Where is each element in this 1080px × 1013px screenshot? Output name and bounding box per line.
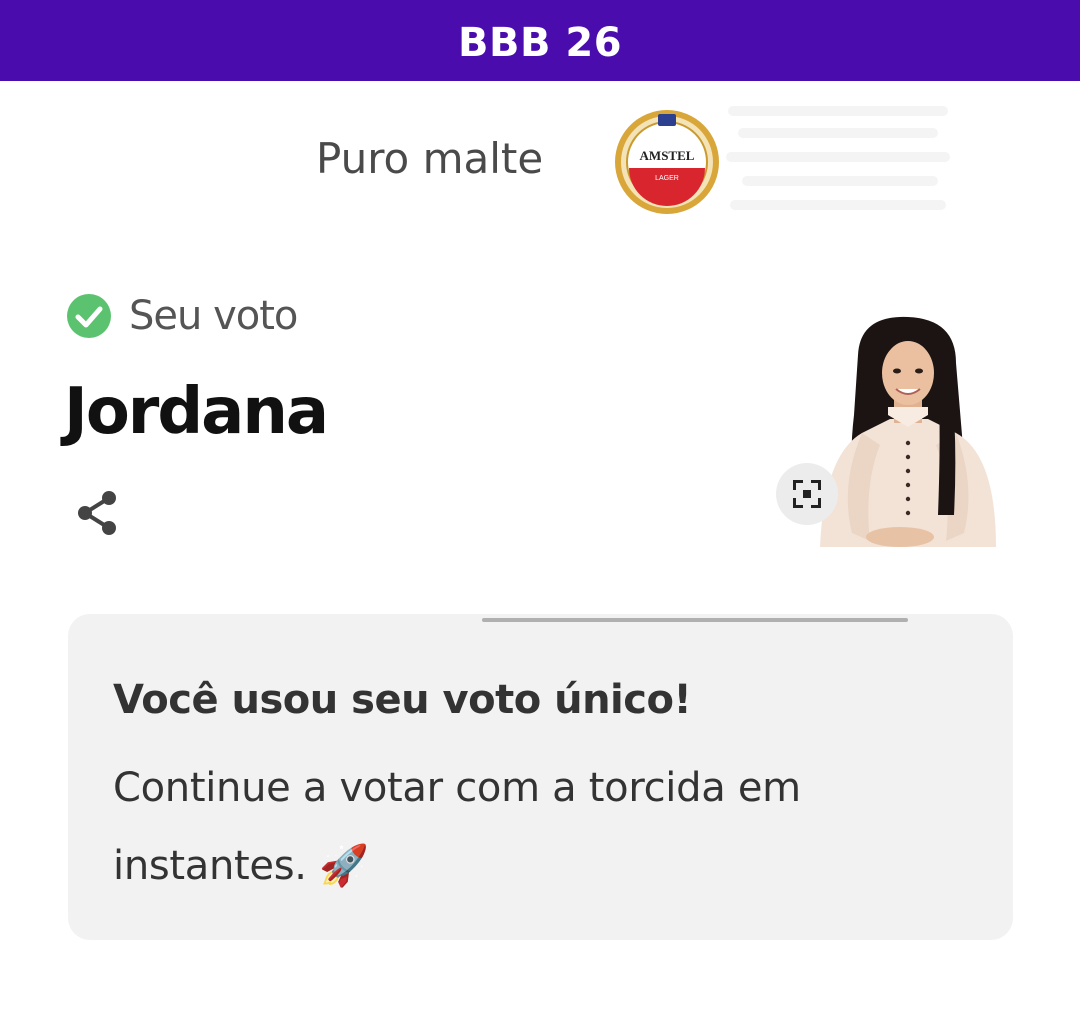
share-button[interactable] [70,486,124,540]
top-bar: BBB 26 [0,0,1080,81]
card-progress-bar [482,618,908,622]
candidate-name: Jordana [64,375,329,449]
amstel-logo-icon: AMSTEL LAGER [615,110,719,214]
check-circle-icon [67,294,111,338]
card-heading: Você usou seu voto único! [113,677,692,723]
vote-info-card: Você usou seu voto único! Continue a vot… [68,614,1013,940]
sponsor-decoration [726,106,950,210]
vote-status: Seu voto [66,293,298,339]
expand-photo-button[interactable] [776,463,838,525]
logo-sub: LAGER [655,175,679,182]
card-body: Continue a votar com a torcida em instan… [113,765,801,889]
logo-brand: AMSTEL [640,148,695,163]
vote-status-label: Seu voto [129,293,298,339]
program-title: BBB 26 [457,19,623,66]
expand-icon [793,480,821,508]
share-icon [78,491,116,535]
sponsor-tagline: Puro malte [316,134,544,183]
